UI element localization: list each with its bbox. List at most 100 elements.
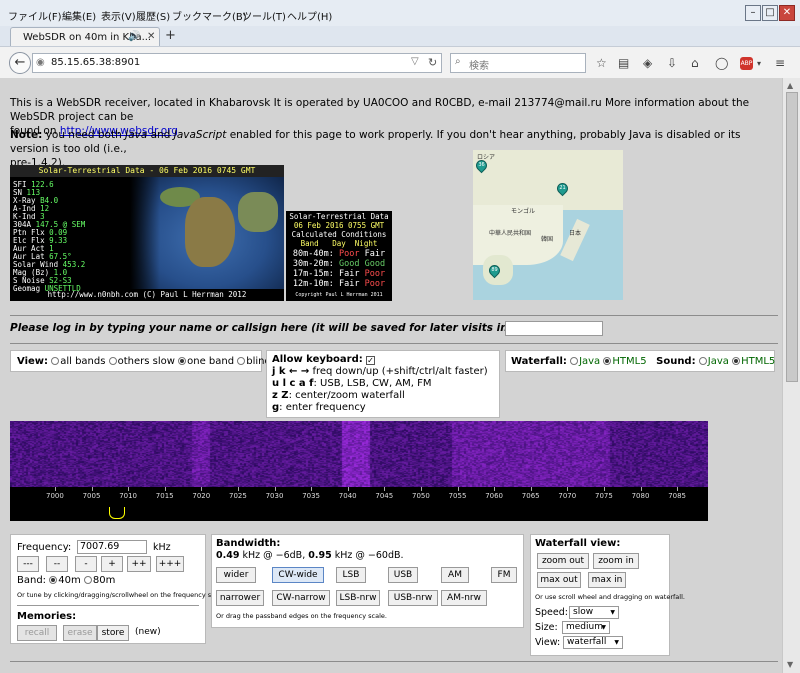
chat-icon[interactable]: ◯ [715, 56, 728, 70]
hamburger-menu-icon[interactable]: ≡ [775, 56, 785, 70]
scale-tick-mark [55, 487, 56, 491]
home-icon[interactable]: ⌂ [691, 56, 699, 70]
menu-history[interactable]: 履歴(S) [136, 8, 170, 23]
passband-indicator[interactable] [109, 507, 125, 519]
step-up-medium-button[interactable]: ++ [127, 556, 151, 572]
reload-icon[interactable]: ↻ [428, 56, 437, 69]
frequency-label: Frequency: [17, 542, 72, 553]
conditions-row: 80m-40m: Poor Fair [292, 249, 386, 259]
url-dropdown-icon[interactable]: ▽ [411, 56, 419, 67]
menu-tools[interactable]: ツール(T) [242, 8, 286, 23]
frequency-scale[interactable]: 7000 7005 7010 7015 7020 7025 7030 7035 7040 7045… [10, 487, 708, 521]
bandwidth-button-usb[interactable]: USB [388, 567, 418, 583]
scale-tick-mark [384, 487, 386, 491]
adblock-dropdown-icon[interactable]: ▾ [757, 59, 761, 68]
conditions-header: Band Day Night [300, 239, 378, 248]
waterfall-canvas[interactable] [10, 421, 708, 487]
sound-java-option[interactable]: Java [698, 356, 729, 367]
menu-view[interactable]: 表示(V) [101, 8, 136, 23]
waterfall-label: Waterfall: [511, 356, 567, 367]
login-prompt: Please log in by typing your name or cal… [10, 322, 570, 334]
scale-tick-mark [421, 487, 422, 491]
step-down-small-button[interactable]: - [75, 556, 97, 572]
max-in-button[interactable]: max in [588, 572, 626, 588]
key-hint-4: g: enter frequency [272, 402, 366, 413]
waterfall-html5-option[interactable]: HTML5 [603, 356, 647, 367]
bandwidth-button-lsb-nrw[interactable]: LSB-nrw [336, 590, 380, 606]
waterfall-display[interactable]: 7000 7005 7010 7015 7020 7025 7030 7035 7040 7045… [10, 421, 708, 521]
bandwidth-button-cw-narrow[interactable]: CW-narrow [272, 590, 330, 606]
scroll-down-icon[interactable]: ▼ [787, 660, 793, 669]
size-select[interactable]: medium ▼ [562, 621, 610, 634]
maximize-button[interactable]: □ [762, 5, 778, 21]
band-40m-option[interactable]: 40m [49, 575, 81, 586]
menu-help[interactable]: ヘルプ(H) [287, 8, 332, 23]
browser-tab[interactable]: WebSDR on 40m in Kha... 🔊 ✕ [10, 27, 160, 46]
zoom-in-button[interactable]: zoom in [593, 553, 639, 569]
erase-button[interactable]: erase [63, 625, 97, 641]
frequency-input[interactable]: 7007.69 [77, 540, 147, 554]
view-option-all-bands[interactable]: all bands [51, 356, 105, 367]
sound-html5-option[interactable]: HTML5 [732, 356, 775, 367]
tab-close-icon[interactable]: ✕ [147, 31, 155, 42]
minimize-button[interactable]: – [745, 5, 761, 21]
chevron-down-icon: ▼ [601, 624, 606, 631]
view-option-others-slow[interactable]: others slow [108, 356, 175, 367]
bandwidth-button-lsb[interactable]: LSB [336, 567, 366, 583]
scale-tick-mark [274, 487, 276, 491]
adblock-icon[interactable]: ABP [740, 57, 753, 70]
step-up-small-button[interactable]: + [101, 556, 123, 572]
websdr-page: This is a WebSDR receiver, located in Kh… [0, 78, 782, 673]
speaker-icon[interactable]: 🔊 [128, 31, 140, 42]
view-mode-select[interactable]: waterfall ▼ [563, 636, 623, 649]
view-option-one-band[interactable]: one band [178, 356, 234, 367]
bandwidth-button-cw-wide[interactable]: CW-wide [272, 567, 324, 583]
new-tab-icon[interactable]: + [165, 28, 176, 43]
menu-file[interactable]: ファイル(F) [8, 8, 62, 23]
waterfall-sound-options-box: Waterfall: Java HTML5 Sound: Java HTML5 [505, 350, 775, 372]
bandwidth-button-narrower[interactable]: narrower [216, 590, 264, 606]
solar-terrestrial-panel[interactable]: Solar-Terrestrial Data - 06 Feb 2016 074… [10, 165, 284, 301]
scrollbar-thumb[interactable] [786, 92, 798, 382]
scale-tick-label: 7060 [485, 492, 504, 500]
pocket-icon[interactable]: ◈ [643, 56, 652, 70]
key-hint-2: u l c a f: USB, LSB, CW, AM, FM [272, 378, 432, 389]
step-down-large-button[interactable]: --- [17, 556, 39, 572]
callsign-input[interactable] [505, 321, 603, 336]
bandwidth-button-wider[interactable]: wider [216, 567, 256, 583]
step-up-large-button[interactable]: +++ [156, 556, 184, 572]
bandwidth-button-fm[interactable]: FM [491, 567, 517, 583]
back-button[interactable]: ← [9, 52, 31, 74]
frequency-box: Frequency: 7007.69 kHz --- -- - + ++ +++… [10, 534, 227, 644]
speed-select[interactable]: slow ▼ [569, 606, 619, 619]
note-label: Note: [10, 129, 43, 141]
scale-tick-mark [677, 487, 679, 491]
waterfall-java-option[interactable]: Java [570, 356, 600, 367]
map-label-mongolia: モンゴル [511, 208, 536, 215]
band-conditions-panel[interactable]: Solar-Terrestrial Data 06 Feb 2016 0755 … [286, 211, 392, 301]
page-scrollbar[interactable]: ▲ ▼ [782, 78, 800, 673]
url-bar[interactable]: ◉ 85.15.65.38:8901 ▽ ↻ [32, 53, 442, 73]
allow-keyboard-checkbox[interactable]: ✓ [365, 356, 375, 365]
bandwidth-button-usb-nrw[interactable]: USB-nrw [388, 590, 438, 606]
bookmark-star-icon[interactable]: ☆ [596, 56, 607, 70]
max-out-button[interactable]: max out [537, 572, 581, 588]
reading-list-icon[interactable]: ▤ [618, 56, 629, 70]
store-button[interactable]: store [97, 625, 129, 641]
download-icon[interactable]: ⇩ [667, 56, 677, 70]
scroll-up-icon[interactable]: ▲ [787, 81, 793, 90]
scale-tick-mark [347, 487, 349, 491]
bandwidth-button-am-nrw[interactable]: AM-nrw [441, 590, 487, 606]
step-down-medium-button[interactable]: -- [46, 556, 68, 572]
zoom-out-button[interactable]: zoom out [537, 553, 589, 569]
menu-edit[interactable]: 編集(E) [62, 8, 96, 23]
scale-tick-label: 7030 [265, 492, 284, 500]
search-input[interactable]: ⌕ 検索 [450, 53, 586, 73]
bandwidth-button-am[interactable]: AM [441, 567, 469, 583]
scale-tick-mark [164, 487, 166, 491]
menu-bookmarks[interactable]: ブックマーク(B) [172, 8, 247, 23]
recall-button[interactable]: recall [17, 625, 57, 641]
receiver-location-map[interactable]: ロシア モンゴル 中華人民共和国 韓国 日本 36 21 89 [473, 150, 623, 300]
close-window-button[interactable]: ✕ [779, 5, 795, 21]
band-80m-option[interactable]: 80m [83, 575, 115, 586]
